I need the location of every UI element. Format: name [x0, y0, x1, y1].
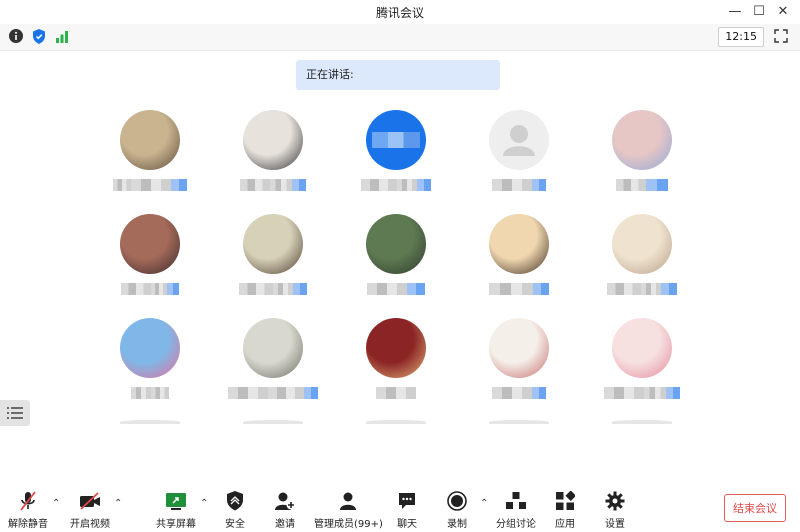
list-icon — [7, 407, 23, 419]
participant-name — [597, 282, 687, 296]
list-view-button[interactable] — [0, 400, 30, 426]
manage-members-button[interactable]: 管理成员(99+) — [314, 490, 383, 530]
participant-name — [474, 386, 564, 400]
security-button[interactable]: 安全 — [224, 490, 246, 530]
meeting-controls: 解除静音 ⌃ 开启视频 ⌃ 共享屏幕 ⌃ 安全 邀请 管理成员(99+) 聊天 … — [0, 484, 800, 532]
participant-grid — [0, 0, 800, 440]
video-off-icon — [79, 490, 101, 512]
avatar — [366, 318, 426, 378]
avatar — [120, 420, 180, 424]
chat-icon — [396, 490, 418, 512]
avatar — [366, 110, 426, 170]
apps-button[interactable]: 应用 — [554, 490, 576, 530]
avatar — [489, 110, 549, 170]
participant-tile[interactable] — [464, 318, 574, 408]
participant-name — [351, 178, 441, 192]
audio-options-chevron-icon[interactable]: ⌃ — [52, 498, 60, 509]
participant-tile[interactable] — [95, 110, 205, 200]
default-user-icon — [503, 125, 535, 156]
gear-icon — [604, 490, 626, 512]
participant-tile[interactable] — [587, 214, 697, 304]
participant-tile[interactable] — [464, 214, 574, 304]
participant-tile-partial — [587, 420, 697, 428]
avatar — [366, 420, 426, 424]
record-button[interactable]: 录制 — [446, 490, 468, 530]
participant-name — [105, 282, 195, 296]
end-meeting-button[interactable]: 结束会议 — [724, 494, 786, 522]
avatar — [612, 420, 672, 424]
participant-name — [597, 178, 687, 192]
avatar — [612, 214, 672, 274]
share-screen-button[interactable]: 共享屏幕 — [156, 490, 196, 530]
participant-name — [105, 178, 195, 192]
avatar — [489, 420, 549, 424]
participant-name — [105, 386, 195, 400]
avatar — [489, 214, 549, 274]
participant-tile-partial — [464, 420, 574, 428]
avatar — [612, 318, 672, 378]
mic-muted-icon — [17, 490, 39, 512]
participant-name — [474, 178, 564, 192]
participant-tile[interactable] — [95, 214, 205, 304]
participant-tile[interactable] — [464, 110, 574, 200]
share-screen-icon — [165, 490, 187, 512]
avatar — [243, 214, 303, 274]
participant-tile[interactable] — [587, 318, 697, 408]
participant-tile[interactable] — [218, 214, 328, 304]
start-video-button[interactable]: 开启视频 — [70, 490, 110, 530]
participant-tile[interactable] — [341, 318, 451, 408]
record-icon — [446, 490, 468, 512]
participant-name — [228, 282, 318, 296]
participant-tile-partial — [95, 420, 205, 428]
participant-tile[interactable] — [218, 110, 328, 200]
share-options-chevron-icon[interactable]: ⌃ — [200, 498, 208, 509]
invite-button[interactable]: 邀请 — [274, 490, 296, 530]
participant-tile[interactable] — [341, 110, 451, 200]
participant-tile-partial — [341, 420, 451, 428]
avatar — [243, 318, 303, 378]
apps-icon — [554, 490, 576, 512]
participant-name — [351, 282, 441, 296]
participant-tile-partial — [218, 420, 328, 428]
avatar — [120, 110, 180, 170]
participant-tile[interactable] — [587, 110, 697, 200]
avatar — [120, 318, 180, 378]
participant-name — [351, 386, 441, 400]
unmute-button[interactable]: 解除静音 — [8, 490, 48, 530]
participant-name — [474, 282, 564, 296]
avatar — [489, 318, 549, 378]
participant-tile[interactable] — [341, 214, 451, 304]
add-user-icon — [274, 490, 296, 512]
video-options-chevron-icon[interactable]: ⌃ — [114, 498, 122, 509]
avatar — [120, 214, 180, 274]
record-options-chevron-icon[interactable]: ⌃ — [480, 498, 488, 509]
avatar — [243, 420, 303, 424]
avatar — [366, 214, 426, 274]
avatar — [243, 110, 303, 170]
participant-tile[interactable] — [218, 318, 328, 408]
participant-tile[interactable] — [95, 318, 205, 408]
chat-button[interactable]: 聊天 — [396, 490, 418, 530]
participant-name — [228, 178, 318, 192]
security-shield-icon — [224, 490, 246, 512]
avatar — [612, 110, 672, 170]
participant-name — [597, 386, 687, 400]
breakout-icon — [505, 490, 527, 512]
breakout-button[interactable]: 分组讨论 — [496, 490, 536, 530]
settings-button[interactable]: 设置 — [604, 490, 626, 530]
participant-name — [228, 386, 318, 400]
members-icon — [337, 490, 359, 512]
